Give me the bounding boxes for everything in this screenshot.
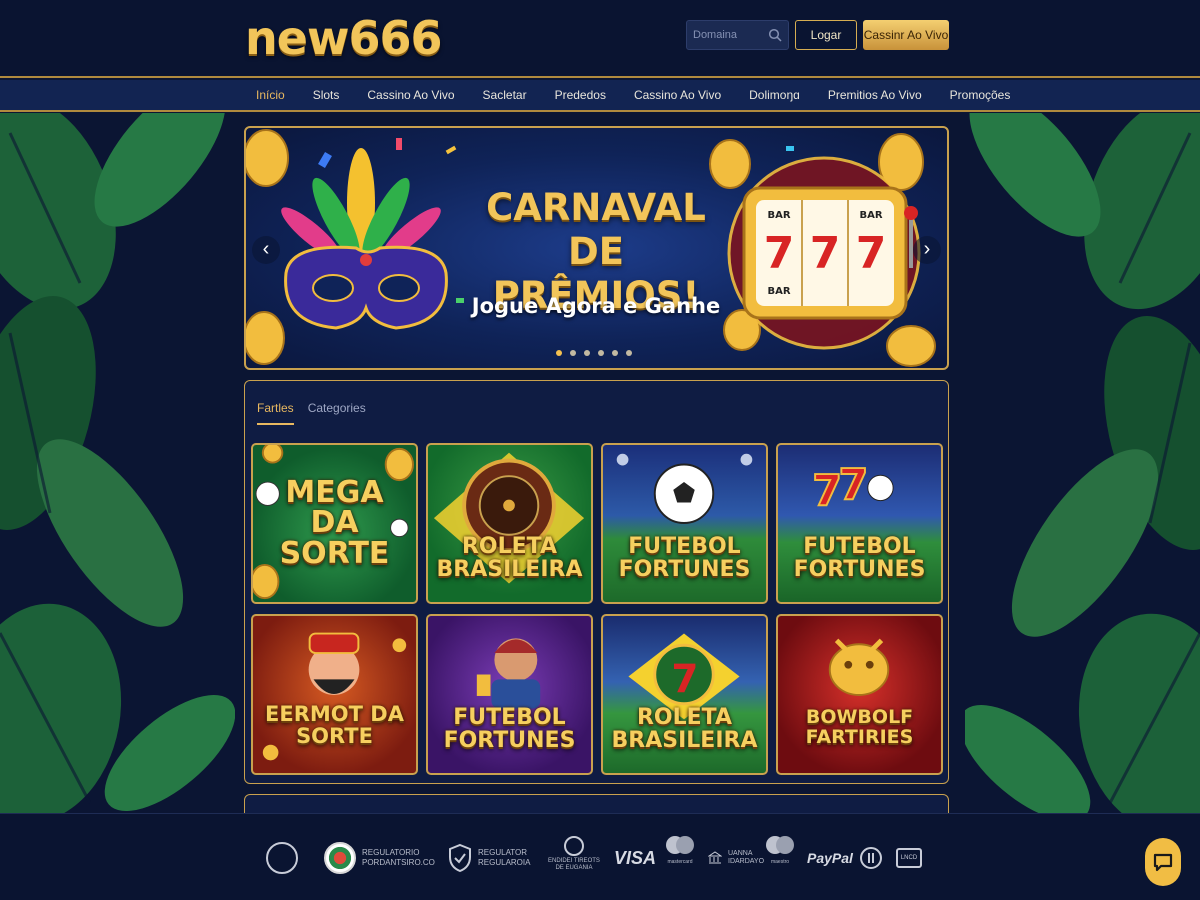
chat-bubble-icon xyxy=(1153,853,1173,872)
game-title: ROLETA BRASILEIRA xyxy=(611,705,758,753)
tropical-leaves-right xyxy=(965,113,1200,813)
banner-slot-symbol-3: 7 xyxy=(856,228,887,279)
nav-item-dolimonga[interactable]: Dolimoŋɑ xyxy=(735,80,814,110)
live-chat-button[interactable] xyxy=(1145,838,1181,886)
banner-slot-symbol-2: 7 xyxy=(810,228,841,279)
maestro-icon xyxy=(766,836,794,856)
banner-slot-bar-1: BAR xyxy=(767,210,790,221)
banner-slot-bar-3: BAR xyxy=(767,286,790,297)
coin-circle-icon xyxy=(860,847,882,869)
carousel-dot[interactable] xyxy=(556,350,562,356)
regulator-text: ENDIDEI TIREOTS DE EUGANIA xyxy=(548,858,600,871)
footer-seal-1 xyxy=(266,836,298,880)
nav-item-prededos[interactable]: Prededos xyxy=(541,80,620,110)
certification-seal-icon xyxy=(266,842,298,874)
footer-maestro: maestro xyxy=(766,836,794,880)
paypal-logo: PayPal xyxy=(807,850,853,866)
promo-banner[interactable]: 7 7 7 BAR BAR BAR CARNAVAL DE PRÊMIOS! J… xyxy=(244,126,949,370)
carousel-dot[interactable] xyxy=(612,350,618,356)
gaming-authority-icon xyxy=(563,836,584,856)
carousel-dot[interactable] xyxy=(584,350,590,356)
game-card-futebol-fortunes[interactable]: FUTEBOL FORTUNES xyxy=(601,443,768,604)
main-nav: Início Slots Cassino Ao Vivo Sacletar Pr… xyxy=(0,80,1200,112)
top-header: new666 Logar Cassinr Ao Vivo xyxy=(0,0,1200,78)
carousel-dot[interactable] xyxy=(626,350,632,356)
games-grid: MEGA DA SORTE ROLETA BRASILEIRA FUTEBOL … xyxy=(251,443,944,775)
tab-fartles[interactable]: Fartles xyxy=(257,401,294,425)
maestro-caption: maestro xyxy=(770,859,790,865)
footer-regulator-3: ENDIDEI TIREOTS DE EUGANIA xyxy=(548,836,600,880)
game-title: FUTEBOL FORTUNES xyxy=(618,534,751,582)
search-box[interactable] xyxy=(686,20,789,50)
games-panel: Fartles Categories MEGA DA SORTE ROLETA … xyxy=(244,380,949,784)
bank-icon xyxy=(708,851,722,864)
game-title: MEGA DA SORTE xyxy=(279,474,390,571)
banner-slot-bar-2: BAR xyxy=(859,210,882,221)
games-tabs: Fartles Categories xyxy=(257,401,366,425)
mastercard-icon xyxy=(666,836,694,856)
game-card-futebol-fortunes-2[interactable]: 77 FUTEBOL FORTUNES xyxy=(776,443,943,604)
footer-mastercard: mastercard xyxy=(666,836,694,880)
visa-logo: VISA xyxy=(614,847,657,868)
site-logo[interactable]: new666 xyxy=(245,8,442,68)
carousel-next-arrow-icon[interactable]: › xyxy=(913,236,941,264)
game-title: FUTEBOL FORTUNES xyxy=(793,534,926,582)
footer: REGULATORIO PORDANTSIRO.CO REGULATOR REG… xyxy=(0,813,1200,900)
game-title: EERMOT DA SORTE xyxy=(265,702,404,748)
game-card-eermot-da-sorte[interactable]: EERMOT DA SORTE xyxy=(251,614,418,775)
footer-wallet: LNCD xyxy=(896,836,922,880)
carousel-prev-arrow-icon[interactable]: ‹ xyxy=(252,236,280,264)
banner-subtitle: Jogue Agora e Ganhe xyxy=(471,294,721,318)
carousel-dot[interactable] xyxy=(570,350,576,356)
tropical-leaves-left xyxy=(0,113,235,813)
game-card-roleta-brasileira[interactable]: ROLETA BRASILEIRA xyxy=(426,443,593,604)
regulator-text: REGULATORIO PORDANTSIRO.CO xyxy=(362,848,435,867)
nav-item-cassino-ao-vivo-2[interactable]: Cassino Ao Vivo xyxy=(620,80,735,110)
tab-categories[interactable]: Categories xyxy=(308,401,366,425)
game-card-mega-da-sorte[interactable]: MEGA DA SORTE xyxy=(251,443,418,604)
footer-regulator-2: REGULATOR REGULAROIA xyxy=(448,836,530,880)
game-title: FUTEBOL FORTUNES xyxy=(443,705,576,753)
search-input[interactable] xyxy=(687,21,767,49)
nav-item-slots[interactable]: Slots xyxy=(299,80,354,110)
game-title: BOWBOLF FARTIRIES xyxy=(805,706,914,748)
footer-regulator-1: REGULATORIO PORDANTSIRO.CO xyxy=(324,836,435,880)
shield-check-icon xyxy=(449,843,471,873)
nav-item-promocoes[interactable]: Promoções xyxy=(936,80,1025,110)
footer-paypal: PayPal xyxy=(807,836,853,880)
nav-item-inicio[interactable]: Início xyxy=(244,80,299,110)
game-card-bowbolf-fartiries[interactable]: BOWBOLF FARTIRIES xyxy=(776,614,943,775)
regulator-seal-icon xyxy=(324,842,356,874)
game-card-roleta-brasileira-2[interactable]: 7 ROLETA BRASILEIRA xyxy=(601,614,768,775)
nav-item-sacletar[interactable]: Sacletar xyxy=(469,80,541,110)
banner-slot-symbol-1: 7 xyxy=(764,228,795,279)
carousel-dot[interactable] xyxy=(598,350,604,356)
game-card-futebol-fortunes-3[interactable]: FUTEBOL FORTUNES xyxy=(426,614,593,775)
search-icon[interactable] xyxy=(768,28,782,42)
wallet-icon: LNCD xyxy=(896,848,922,868)
footer-crypto xyxy=(860,836,882,880)
mastercard-caption: mastercard xyxy=(667,859,693,865)
nav-item-premitios-ao-vivo[interactable]: Premitios Ao Vivo xyxy=(814,80,936,110)
regulator-text: REGULATOR REGULAROIA xyxy=(478,848,531,867)
footer-visa: VISA xyxy=(614,836,656,880)
carousel-dots xyxy=(556,350,632,356)
bank-transfer-text: UANNA IDARDAYO xyxy=(728,850,765,865)
nav-item-cassino-ao-vivo[interactable]: Cassino Ao Vivo xyxy=(353,80,468,110)
login-button[interactable]: Logar xyxy=(795,20,857,50)
footer-bank-transfer: UANNA IDARDAYO xyxy=(708,836,764,880)
game-title: ROLETA BRASILEIRA xyxy=(436,534,583,582)
live-casino-button[interactable]: Cassinr Ao Vivo xyxy=(863,20,949,50)
